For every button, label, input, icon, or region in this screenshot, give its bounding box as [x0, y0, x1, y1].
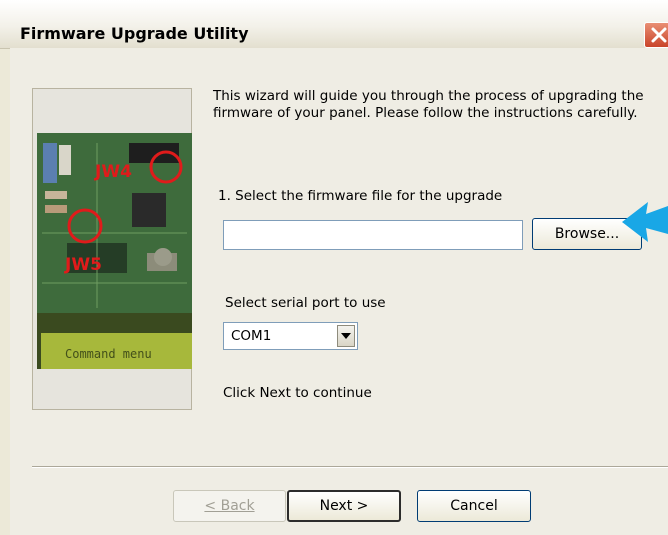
lcd-text: Command menu: [65, 347, 152, 361]
next-button[interactable]: Next >: [287, 490, 401, 522]
continue-text: Click Next to continue: [223, 385, 372, 401]
firmware-file-input[interactable]: [223, 220, 523, 250]
divider: [32, 466, 668, 468]
close-button[interactable]: [644, 22, 668, 48]
back-button[interactable]: < Back: [173, 490, 286, 522]
wizard-body: JW4 JW5 Command menu This wizard will gu…: [10, 48, 668, 535]
dropdown-button[interactable]: [337, 325, 355, 347]
serial-port-select[interactable]: COM1: [223, 322, 358, 350]
close-icon: [651, 27, 667, 43]
cancel-button[interactable]: Cancel: [417, 490, 531, 522]
back-button-label: < Back: [204, 498, 255, 514]
step-1-label: 1. Select the firmware file for the upgr…: [218, 188, 503, 204]
serial-port-label: Select serial port to use: [225, 295, 386, 311]
arrow-pointer-icon: [622, 202, 668, 242]
window-title: Firmware Upgrade Utility: [20, 24, 249, 43]
jw5-label: JW5: [64, 255, 102, 275]
title-bar: Firmware Upgrade Utility: [0, 0, 668, 49]
board-picture-frame: JW4 JW5 Command menu: [32, 88, 192, 410]
serial-port-value: COM1: [231, 328, 272, 344]
jw4-label: JW4: [94, 162, 132, 182]
intro-text: This wizard will guide you through the p…: [213, 88, 644, 121]
chevron-down-icon: [341, 333, 351, 339]
circuit-board-image: JW4 JW5 Command menu: [37, 133, 192, 369]
